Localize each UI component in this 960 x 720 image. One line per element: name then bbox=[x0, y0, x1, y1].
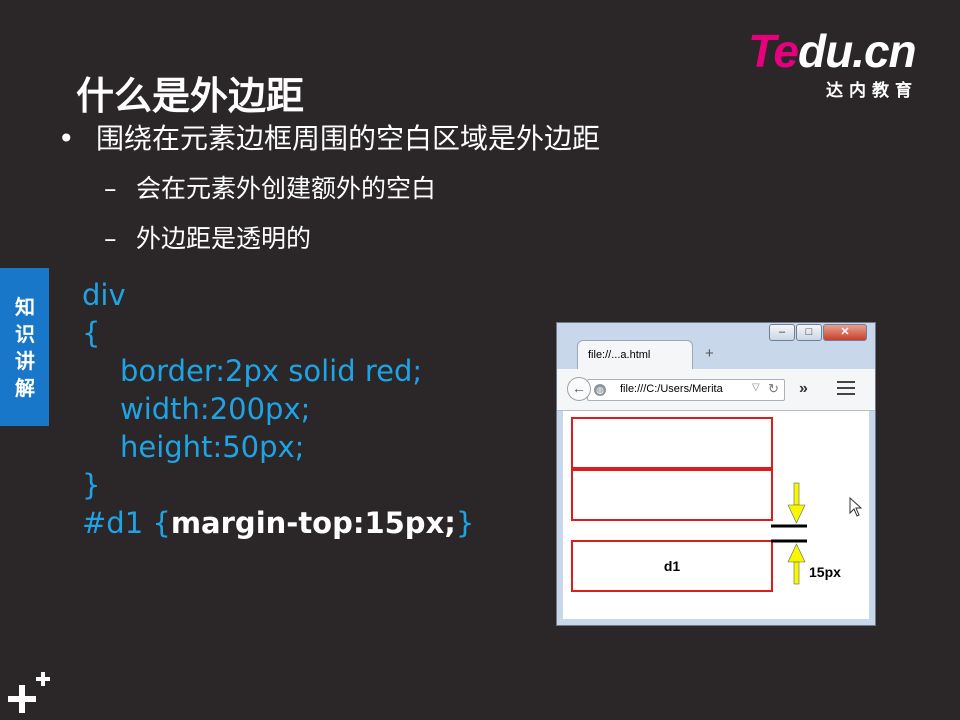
navigation-bar: ◍ file:///C:/Users/Merita ▽ ↻ ← » bbox=[557, 369, 875, 411]
bullet-marker: – bbox=[104, 224, 117, 253]
bullet-item: • 围绕在元素边框周围的空白区域是外边距 bbox=[58, 122, 600, 156]
code-brace: } bbox=[455, 506, 475, 540]
minimize-button[interactable]: ‒ bbox=[769, 324, 795, 341]
plus-decoration-icon bbox=[8, 672, 50, 713]
bullet-marker: • bbox=[58, 122, 75, 155]
code-line: border:2px solid red; bbox=[120, 354, 423, 388]
reload-icon[interactable]: ↻ bbox=[768, 381, 779, 397]
code-rule-highlight: margin-top:15px; bbox=[170, 506, 456, 540]
side-tab-label: 知识讲解 bbox=[15, 295, 35, 400]
bullet-marker: – bbox=[104, 174, 117, 203]
section-side-tab: 知识讲解 bbox=[0, 268, 49, 426]
dropdown-icon[interactable]: ▽ bbox=[752, 382, 760, 393]
slide-title: 什么是外边距 bbox=[76, 74, 305, 118]
url-text: file:///C:/Users/Merita bbox=[620, 383, 723, 395]
cursor-icon bbox=[849, 497, 863, 517]
logo-tagline: 达内教育 bbox=[826, 81, 918, 101]
browser-window: ‒ □ ✕ file://...a.html + ◍ file:///C:/Us… bbox=[556, 322, 876, 626]
code-line: div bbox=[82, 278, 126, 312]
sub-bullet-item: – 外边距是透明的 bbox=[104, 222, 311, 256]
back-arrow-icon[interactable]: ← bbox=[567, 377, 591, 401]
sub-bullet-item: – 会在元素外创建额外的空白 bbox=[104, 172, 436, 206]
window-controls: ‒ □ ✕ bbox=[769, 324, 868, 344]
code-line: #d1 {margin-top:15px;} bbox=[82, 504, 474, 542]
page-content: d1 15px bbox=[563, 411, 869, 619]
overflow-chevron-icon[interactable]: » bbox=[799, 380, 808, 398]
address-bar[interactable]: ◍ file:///C:/Users/Merita ▽ ↻ bbox=[587, 379, 785, 401]
new-tab-button[interactable]: + bbox=[705, 345, 714, 362]
code-line: height:50px; bbox=[120, 430, 305, 464]
code-line: } bbox=[82, 468, 101, 502]
margin-indicator bbox=[771, 482, 807, 585]
close-button[interactable]: ✕ bbox=[823, 324, 867, 341]
code-brace: { bbox=[152, 506, 171, 540]
code-selector: #d1 bbox=[82, 506, 153, 540]
bullet-text: 会在元素外创建额外的空白 bbox=[136, 174, 437, 203]
bullet-text: 围绕在元素边框周围的空白区域是外边距 bbox=[96, 122, 601, 155]
tedu-logo: Tedu.cn 达内教育 bbox=[748, 25, 938, 101]
globe-icon: ◍ bbox=[594, 384, 606, 396]
maximize-button[interactable]: □ bbox=[796, 324, 822, 341]
browser-tab[interactable]: file://...a.html bbox=[577, 340, 693, 370]
code-line: width:200px; bbox=[120, 392, 311, 426]
bullet-text: 外边距是透明的 bbox=[136, 224, 312, 253]
hamburger-menu-icon[interactable] bbox=[837, 381, 855, 399]
logo-wordmark: Tedu.cn bbox=[748, 25, 917, 77]
css-code-block: div { border:2px solid red; width:200px; hei… bbox=[82, 276, 474, 542]
margin-label: 15px bbox=[809, 564, 841, 580]
code-line: { bbox=[82, 316, 101, 350]
